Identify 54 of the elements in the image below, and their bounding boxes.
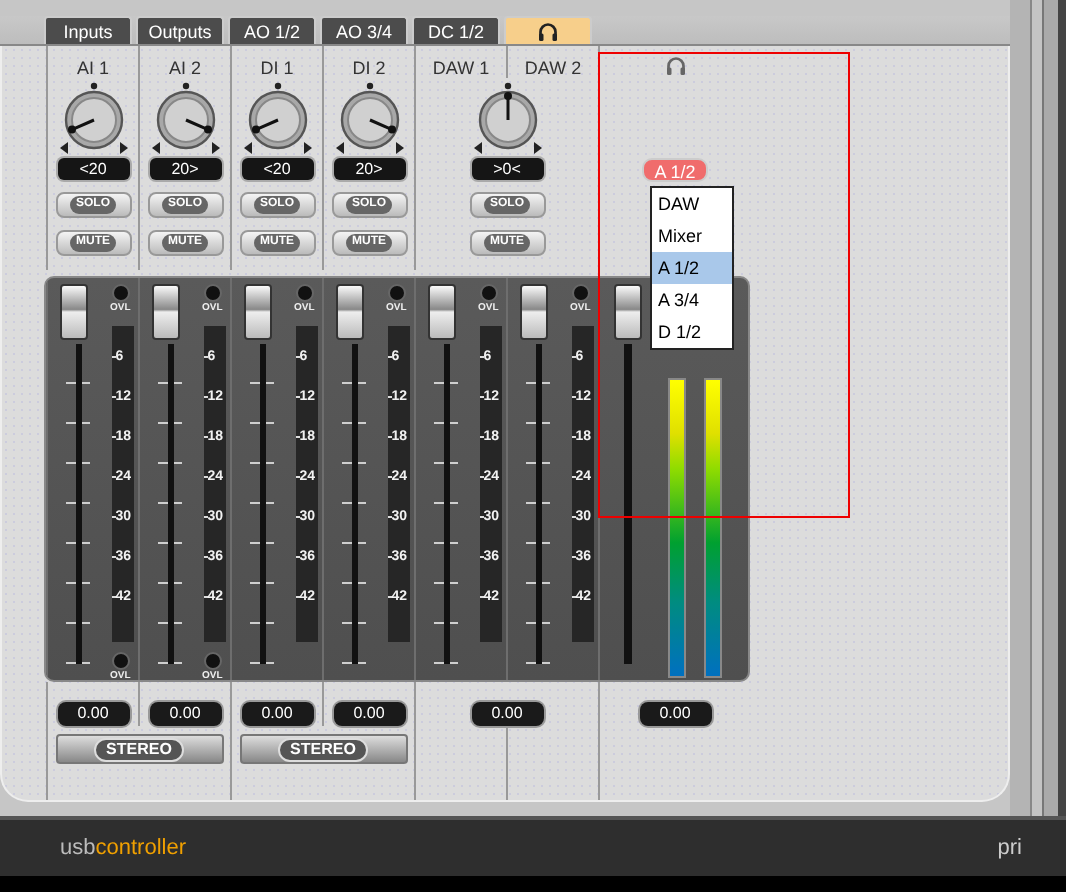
stereo-button[interactable]: STEREO <box>55 734 223 764</box>
pan-display: 20> <box>149 158 221 180</box>
stereo-button[interactable]: STEREO <box>239 734 407 764</box>
gain-display: 0.00 <box>639 702 711 726</box>
pan-knob[interactable] <box>331 80 407 156</box>
vendor-logo: pri <box>997 836 1022 860</box>
gain-display: 0.00 <box>471 702 543 726</box>
pan-knob[interactable] <box>469 80 545 156</box>
overload-lamp <box>479 284 498 302</box>
pan-knob[interactable] <box>239 80 315 156</box>
overload-lamp <box>203 284 222 302</box>
channel-name: AI 2 <box>168 58 201 78</box>
gain-display: 0.00 <box>333 702 405 726</box>
tab[interactable]: Inputs <box>44 16 132 44</box>
fader-thumb[interactable] <box>520 284 548 340</box>
overload-lamp <box>387 284 406 302</box>
fader-thumb[interactable] <box>428 284 456 340</box>
menu-item[interactable]: DAW <box>652 188 732 220</box>
gain-display: 0.00 <box>57 702 129 726</box>
fader-thumb[interactable] <box>336 284 364 340</box>
headphones-tab[interactable] <box>504 16 592 44</box>
pan-display: 20> <box>333 158 405 180</box>
headphones-icon <box>536 19 560 43</box>
product-logo: usbcontroller <box>60 836 186 860</box>
overload-lamp <box>203 652 222 670</box>
pan-display: >0< <box>471 158 543 180</box>
menu-item[interactable]: Mixer <box>652 220 732 252</box>
pan-knob[interactable] <box>55 80 131 156</box>
headphones-icon <box>663 54 687 78</box>
pan-display: <20 <box>57 158 129 180</box>
fader-thumb[interactable] <box>244 284 272 340</box>
fader-thumb[interactable] <box>152 284 180 340</box>
fader-thumb[interactable] <box>614 284 642 340</box>
channel-name: DAW 1 <box>432 58 490 78</box>
gain-display: 0.00 <box>241 702 313 726</box>
channel-name: DAW 2 <box>524 58 582 78</box>
overload-lamp <box>295 284 314 302</box>
channel-name: DI 2 <box>352 58 386 78</box>
menu-item[interactable]: A 1/2 <box>652 252 732 284</box>
fader-thumb[interactable] <box>60 284 88 340</box>
menu-item[interactable]: A 3/4 <box>652 284 732 316</box>
pan-display: <20 <box>241 158 313 180</box>
pan-knob[interactable] <box>147 80 223 156</box>
tab[interactable]: AO 3/4 <box>320 16 408 44</box>
overload-lamp <box>571 284 590 302</box>
channel-name: DI 1 <box>260 58 294 78</box>
tab[interactable]: DC 1/2 <box>412 16 500 44</box>
tab[interactable]: AO 1/2 <box>228 16 316 44</box>
tab[interactable]: Outputs <box>136 16 224 44</box>
overload-lamp <box>111 652 130 670</box>
channel-name: AI 1 <box>76 58 109 78</box>
overload-lamp <box>111 284 130 302</box>
gain-display: 0.00 <box>149 702 221 726</box>
menu-item[interactable]: D 1/2 <box>652 316 732 348</box>
